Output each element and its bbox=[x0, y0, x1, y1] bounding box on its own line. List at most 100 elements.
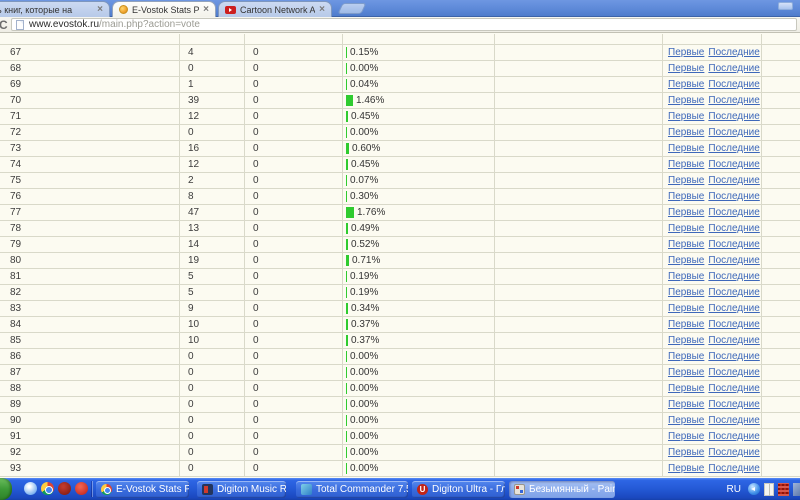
tab-evostok-stats[interactable]: E-Vostok Stats Panel × bbox=[112, 1, 216, 17]
link-first[interactable]: Первые bbox=[668, 255, 704, 266]
percent-label: 0.71% bbox=[352, 253, 380, 268]
link-last[interactable]: Последние bbox=[708, 287, 759, 298]
link-first[interactable]: Первые bbox=[668, 47, 704, 58]
taskbar-app-button[interactable]: Безымянный - Paint bbox=[509, 481, 615, 498]
link-first[interactable]: Первые bbox=[668, 335, 704, 346]
link-first[interactable]: Первые bbox=[668, 351, 704, 362]
cell-empty-2 bbox=[762, 221, 800, 236]
link-first[interactable]: Первые bbox=[668, 95, 704, 106]
link-first[interactable]: Первые bbox=[668, 303, 704, 314]
tab-close-icon[interactable]: × bbox=[203, 5, 209, 15]
reload-icon[interactable]: C bbox=[0, 19, 11, 31]
link-first[interactable]: Первые bbox=[668, 79, 704, 90]
taskbar-app-button[interactable]: E-Vostok Stats Panel ... bbox=[96, 481, 189, 498]
link-first[interactable]: Первые bbox=[668, 399, 704, 410]
link-last[interactable]: Последние bbox=[708, 47, 759, 58]
link-last[interactable]: Последние bbox=[708, 207, 759, 218]
link-last[interactable]: Последние bbox=[708, 239, 759, 250]
link-first[interactable]: Первые bbox=[668, 271, 704, 282]
link-last[interactable]: Последние bbox=[708, 159, 759, 170]
link-first[interactable]: Первые bbox=[668, 239, 704, 250]
percent-bar bbox=[346, 415, 347, 426]
link-last[interactable]: Последние bbox=[708, 319, 759, 330]
link-first[interactable]: Первые bbox=[668, 287, 704, 298]
cell-empty-1 bbox=[495, 189, 663, 204]
cell-empty-1 bbox=[495, 221, 663, 236]
language-indicator[interactable]: RU bbox=[727, 484, 741, 495]
tab-close-icon[interactable]: × bbox=[97, 5, 103, 15]
tray-language-options-icon[interactable] bbox=[748, 483, 760, 495]
link-last[interactable]: Последние bbox=[708, 255, 759, 266]
link-last[interactable]: Последние bbox=[708, 127, 759, 138]
link-last[interactable]: Последние bbox=[708, 335, 759, 346]
tray-app-white-icon[interactable] bbox=[764, 483, 774, 496]
quicklaunch-chrome-icon[interactable] bbox=[41, 482, 54, 495]
cell-zero: 0 bbox=[245, 461, 343, 476]
cell-empty-2 bbox=[762, 205, 800, 220]
link-last[interactable]: Последние bbox=[708, 79, 759, 90]
link-first[interactable]: Первые bbox=[668, 63, 704, 74]
cell-empty-2 bbox=[762, 109, 800, 124]
address-bar[interactable]: www.evostok.ru/main.php?action=vote bbox=[11, 18, 797, 31]
link-last[interactable]: Последние bbox=[708, 431, 759, 442]
link-last[interactable]: Последние bbox=[708, 175, 759, 186]
link-last[interactable]: Последние bbox=[708, 383, 759, 394]
link-first[interactable]: Первые bbox=[668, 223, 704, 234]
tab-books[interactable]: ь книг, которые на × bbox=[0, 1, 110, 17]
link-last[interactable]: Последние bbox=[708, 399, 759, 410]
link-last[interactable]: Последние bbox=[708, 463, 759, 474]
link-first[interactable]: Первые bbox=[668, 463, 704, 474]
link-last[interactable]: Последние bbox=[708, 95, 759, 106]
tray-app-red-grid-icon[interactable] bbox=[778, 483, 789, 496]
quicklaunch-opera-dark-icon[interactable] bbox=[58, 482, 71, 495]
link-last[interactable]: Последние bbox=[708, 191, 759, 202]
link-last[interactable]: Последние bbox=[708, 143, 759, 154]
cell-percent: 0.19% bbox=[343, 269, 495, 284]
tray-partial-icon[interactable] bbox=[793, 483, 800, 496]
cell-votes: 39 bbox=[180, 93, 245, 108]
link-first[interactable]: Первые bbox=[668, 367, 704, 378]
new-tab-button[interactable] bbox=[337, 3, 366, 14]
browser-toolbar: C www.evostok.ru/main.php?action=vote bbox=[0, 17, 800, 33]
percent-label: 0.52% bbox=[351, 237, 379, 252]
link-first[interactable]: Первые bbox=[668, 415, 704, 426]
link-last[interactable]: Последние bbox=[708, 303, 759, 314]
link-last[interactable]: Последние bbox=[708, 367, 759, 378]
link-last[interactable]: Последние bbox=[708, 223, 759, 234]
youtube-favicon-icon bbox=[225, 6, 236, 14]
link-first[interactable]: Первые bbox=[668, 431, 704, 442]
link-last[interactable]: Последние bbox=[708, 351, 759, 362]
link-first[interactable]: Первые bbox=[668, 191, 704, 202]
taskbar-app-button[interactable]: Digiton Music Rotator bbox=[197, 481, 286, 498]
link-last[interactable]: Последние bbox=[708, 447, 759, 458]
link-last[interactable]: Последние bbox=[708, 63, 759, 74]
link-first[interactable]: Первые bbox=[668, 159, 704, 170]
minimize-button[interactable] bbox=[778, 2, 793, 10]
quicklaunch-messenger-icon[interactable] bbox=[24, 482, 37, 495]
link-last[interactable]: Последние bbox=[708, 111, 759, 122]
link-last[interactable]: Последние bbox=[708, 415, 759, 426]
quicklaunch-opera-red-icon[interactable] bbox=[75, 482, 88, 495]
link-first[interactable]: Первые bbox=[668, 383, 704, 394]
link-first[interactable]: Первые bbox=[668, 207, 704, 218]
link-last[interactable]: Последние bbox=[708, 271, 759, 282]
cell-links: ПервыеПоследниеТоп bbox=[663, 221, 762, 236]
link-first[interactable]: Первые bbox=[668, 319, 704, 330]
tab-close-icon[interactable]: × bbox=[319, 5, 325, 15]
cell-zero: 0 bbox=[245, 285, 343, 300]
link-first[interactable]: Первые bbox=[668, 127, 704, 138]
cell-percent: 0.00% bbox=[343, 349, 495, 364]
cell-index: 84 bbox=[0, 317, 180, 332]
link-first[interactable]: Первые bbox=[668, 447, 704, 458]
link-first[interactable]: Первые bbox=[668, 175, 704, 186]
cell-empty-2 bbox=[762, 461, 800, 476]
taskbar-app-button[interactable]: U Digiton Ultra - Главн... bbox=[412, 481, 505, 498]
start-button[interactable] bbox=[0, 478, 12, 500]
taskbar-app-button[interactable]: Total Commander 7.5... bbox=[296, 481, 408, 498]
tab-cartoon-network[interactable]: Cartoon Network Amazone - × bbox=[218, 1, 332, 17]
cell-percent: 0.00% bbox=[343, 461, 495, 476]
link-first[interactable]: Первые bbox=[668, 111, 704, 122]
cell-empty-1 bbox=[495, 93, 663, 108]
cell-index: 79 bbox=[0, 237, 180, 252]
link-first[interactable]: Первые bbox=[668, 143, 704, 154]
